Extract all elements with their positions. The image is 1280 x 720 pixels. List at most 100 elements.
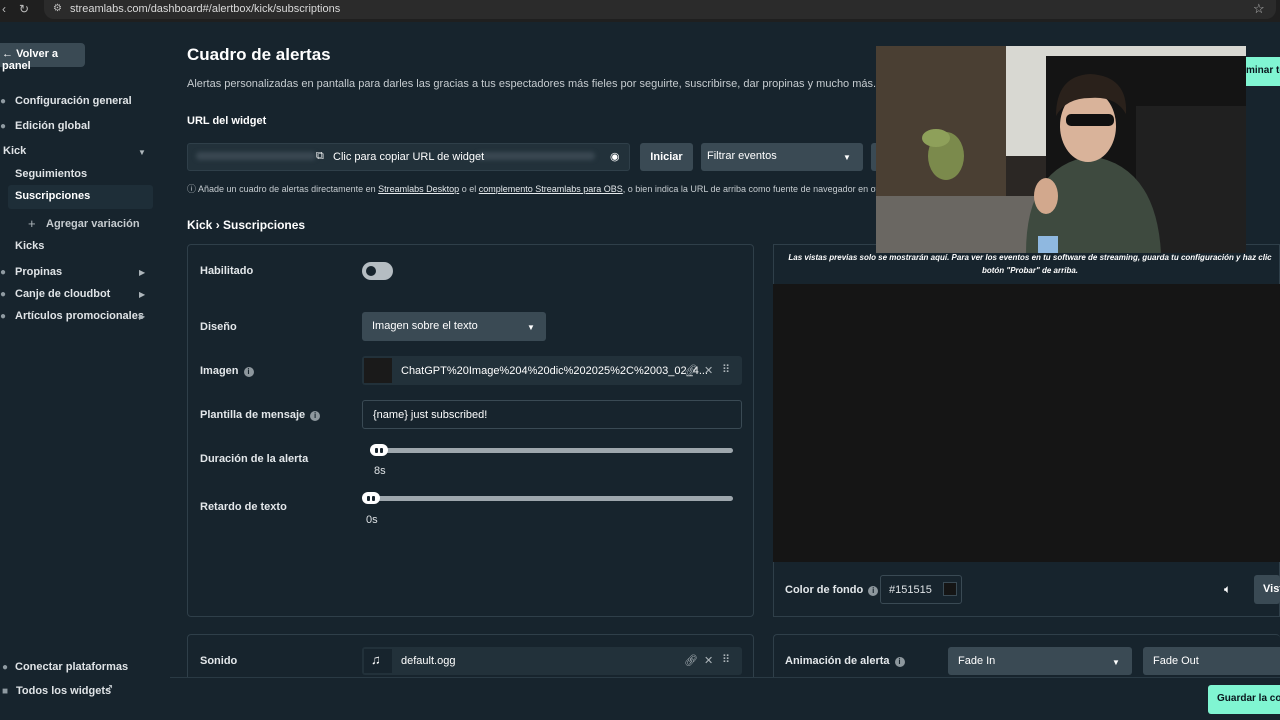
toggle-knob — [366, 266, 376, 276]
animation-in-value: Fade In — [958, 655, 996, 667]
address-text: streamlabs.com/dashboard#/alertbox/kick/… — [70, 3, 341, 15]
info-icon[interactable]: i — [310, 411, 321, 421]
settings-panel — [187, 244, 754, 617]
plus-icon[interactable]: + — [28, 216, 36, 231]
delay-label: Retardo de texto — [200, 501, 287, 513]
site-settings-icon[interactable]: ⚙ — [53, 3, 62, 14]
breadcrumb: Kick › Suscripciones — [187, 218, 305, 232]
image-filename: ChatGPT%20Image%204%20dic%202025%2C%2003… — [401, 365, 708, 377]
copy-url-label[interactable]: Clic para copiar URL de widget — [333, 151, 484, 163]
chevron-right-icon: ▶ — [139, 290, 146, 299]
cloudbot-icon: ● — [0, 289, 7, 300]
reload-icon[interactable]: ↻ — [19, 2, 29, 16]
widget-hint: ⓘ Añade un cuadro de alertas directament… — [187, 182, 877, 195]
chevron-right-icon: ▶ — [139, 268, 146, 277]
globe-icon: ● — [0, 121, 7, 132]
sidebar-item-kick[interactable]: Kick — [3, 145, 26, 157]
streamlabs-desktop-link[interactable]: Streamlabs Desktop — [378, 184, 459, 194]
template-input[interactable]: {name} just subscribed! — [362, 400, 742, 429]
delay-slider-track[interactable] — [363, 496, 733, 501]
sidebar-item-cloudbot[interactable]: Canje de cloudbot — [15, 288, 110, 300]
animation-out-value: Fade Out — [1153, 655, 1199, 667]
url-blurred-end — [477, 152, 595, 160]
start-button[interactable]: Iniciar — [640, 143, 693, 171]
handle-grip — [367, 496, 370, 501]
template-label-text: Plantilla de mensaje — [200, 409, 306, 421]
external-link-icon: ↗ — [105, 683, 114, 694]
close-icon[interactable]: ✕ — [704, 654, 713, 667]
preview-note: Las vistas previas solo se mostrarán aqu… — [788, 253, 1272, 275]
hint-text-1: Añade un cuadro de alertas directamente … — [198, 184, 379, 194]
chevron-right-icon: ▶ — [139, 312, 146, 321]
sidebar-item-tips[interactable]: Propinas — [15, 266, 62, 278]
eye-icon[interactable]: ◉ — [610, 150, 620, 163]
back-to-panel-button[interactable]: ← Volver a panel — [0, 43, 85, 72]
image-label: Imagen i — [200, 365, 254, 377]
bottom-bar — [170, 677, 1280, 720]
filter-events-value: Filtrar eventos — [707, 150, 777, 162]
duration-value: 8s — [374, 465, 386, 477]
info-icon[interactable]: i — [868, 586, 879, 596]
sound-label: Sonido — [200, 655, 238, 667]
duration-slider-track[interactable] — [370, 448, 733, 453]
bg-color-swatch[interactable] — [943, 582, 957, 596]
hint-text-3: , o bien indica la URL de arriba como fu… — [622, 184, 877, 194]
close-icon[interactable]: ✕ — [704, 364, 713, 377]
tip-icon: ● — [0, 267, 7, 278]
link-icon[interactable]: 🔗︎ — [684, 364, 698, 377]
merch-icon: ● — [0, 311, 7, 322]
handle-grip — [380, 448, 383, 453]
chevron-down-icon: ▼ — [843, 153, 851, 162]
delay-slider-handle[interactable] — [362, 492, 380, 504]
sidebar-item-kicks[interactable]: Kicks — [15, 240, 44, 252]
save-button[interactable]: Guardar la co — [1208, 685, 1280, 714]
back-arrow-icon[interactable]: ‹ — [2, 2, 6, 16]
sidebar-item-global-edit[interactable]: Edición global — [15, 120, 90, 132]
duration-slider-handle[interactable] — [370, 444, 388, 456]
add-variation-link[interactable]: Agregar variación — [46, 218, 140, 230]
info-icon[interactable]: i — [894, 657, 905, 667]
view-button[interactable]: Vist — [1254, 575, 1280, 604]
breadcrumb-separator: › — [215, 218, 220, 232]
grid-icon[interactable]: ⠿ — [722, 653, 730, 666]
sidebar-item-merch[interactable]: Artículos promocionales — [15, 310, 144, 322]
page-subtitle: Alertas personalizadas en pantalla para … — [187, 78, 877, 90]
sidebar-item-general[interactable]: Configuración general — [15, 95, 132, 107]
grid-icon[interactable]: ⠿ — [722, 363, 730, 376]
animation-in-select[interactable]: Fade In — [948, 647, 1132, 675]
copy-icon: ⧉ — [316, 150, 324, 162]
page-title: Cuadro de alertas — [187, 45, 331, 64]
all-widgets-link[interactable]: Todos los widgets — [16, 685, 111, 697]
duration-label: Duración de la alerta — [200, 453, 309, 465]
sound-filename: default.ogg — [401, 655, 456, 667]
connect-platforms-link[interactable]: Conectar plataformas — [15, 661, 128, 673]
breadcrumb-page: Suscripciones — [223, 218, 306, 232]
handle-grip — [375, 448, 378, 453]
volume-icon[interactable]: 🔈︎ — [1224, 582, 1231, 597]
sidebar-item-follows[interactable]: Seguimientos — [15, 168, 87, 180]
sidebar-item-subscriptions[interactable]: Suscripciones — [15, 190, 90, 202]
delay-value: 0s — [366, 514, 378, 526]
image-label-text: Imagen — [200, 365, 239, 377]
chevron-down-icon: ▼ — [138, 148, 146, 157]
filter-events-select[interactable]: Filtrar eventos — [701, 143, 863, 171]
url-blurred-start — [196, 152, 316, 160]
info-icon[interactable]: i — [243, 367, 254, 377]
animation-out-select[interactable]: Fade Out — [1143, 647, 1280, 675]
music-note-icon: ♫ — [371, 652, 381, 667]
bg-color-label-text: Color de fondo — [785, 584, 864, 596]
gear-icon: ● — [0, 96, 7, 107]
animation-label-text: Animación de alerta — [785, 655, 890, 667]
top-action-button[interactable]: minar te — [1240, 57, 1280, 86]
webcam-overlay — [876, 46, 1246, 253]
bookmark-star-icon[interactable]: ☆ — [1253, 1, 1265, 17]
bg-color-value: #151515 — [889, 584, 932, 596]
design-select[interactable]: Imagen sobre el texto — [362, 312, 546, 341]
breadcrumb-platform[interactable]: Kick — [187, 218, 212, 232]
link-icon[interactable]: 🔗︎ — [684, 654, 698, 667]
bg-color-label: Color de fondo i — [785, 584, 879, 596]
template-label: Plantilla de mensaje i — [200, 409, 321, 421]
image-thumbnail — [364, 358, 392, 383]
obs-plugin-link[interactable]: complemento Streamlabs para OBS — [479, 184, 623, 194]
widget-url-label: URL del widget — [187, 115, 267, 127]
